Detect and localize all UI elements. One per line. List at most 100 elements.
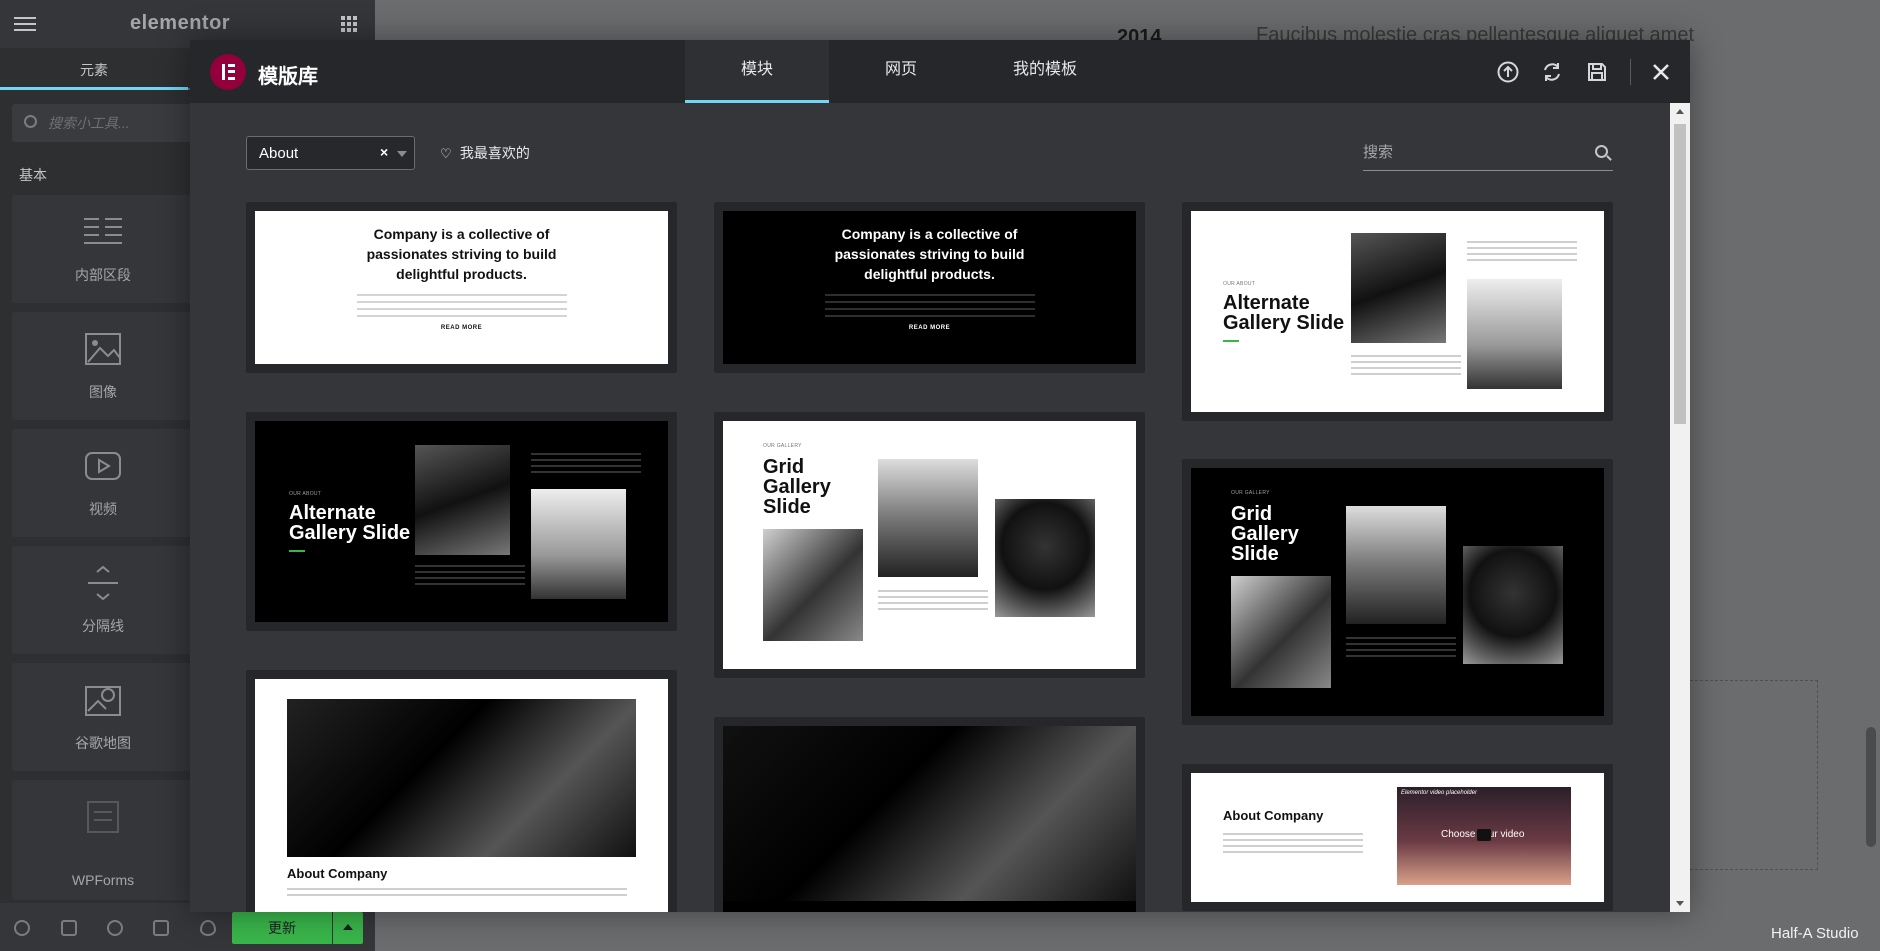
building-photo	[1467, 279, 1562, 389]
widget-inner-section[interactable]: 内部区段	[12, 195, 194, 303]
close-icon[interactable]	[1650, 61, 1672, 83]
save-icon[interactable]	[1586, 61, 1608, 83]
template-card[interactable]: Company is a collective of passionates s…	[246, 202, 677, 373]
settings-icon[interactable]	[14, 920, 30, 936]
template-card[interactable]: About Company Elementor video placeholde…	[1182, 764, 1613, 911]
template-card[interactable]: About Company	[246, 670, 677, 912]
tab-pages[interactable]: 网页	[829, 40, 973, 103]
thumbnail-headline: Company is a collective of passionates s…	[366, 226, 557, 282]
widget-label: 图像	[89, 384, 117, 400]
widget-label: 谷歌地图	[75, 735, 131, 751]
widget-video[interactable]: 视频	[12, 429, 194, 537]
template-thumbnail: Company is a collective of passionates s…	[255, 211, 668, 364]
favorites-filter[interactable]: ♡ 我最喜欢的	[440, 143, 530, 163]
thumbnail-title: About Company	[1223, 808, 1324, 823]
building-photo	[1231, 576, 1331, 688]
watermark: Half-A Studio	[1771, 925, 1859, 942]
update-button[interactable]: 更新	[232, 912, 332, 944]
template-search-input[interactable]	[1363, 133, 1583, 171]
header-separator	[1630, 59, 1631, 85]
thumbnail-eyebrow: OUR ABOUT	[1223, 281, 1256, 287]
thumbnail-eyebrow: OUR GALLERY	[763, 443, 802, 449]
building-photo	[531, 489, 626, 599]
search-icon	[24, 115, 37, 128]
search-icon[interactable]	[1595, 145, 1608, 158]
train-photo	[415, 445, 510, 555]
widget-image[interactable]: 图像	[12, 312, 194, 420]
template-thumbnail: OUR ABOUT Alternate Gallery Slide	[255, 421, 668, 622]
hamburger-menu-icon[interactable]	[14, 17, 36, 31]
elementor-logo: elementor	[130, 12, 231, 34]
heart-icon: ♡	[440, 146, 452, 161]
modal-scrollbar[interactable]	[1670, 103, 1690, 912]
history-icon[interactable]	[107, 920, 123, 936]
update-options-arrow-icon[interactable]	[333, 912, 363, 944]
favorites-label: 我最喜欢的	[459, 145, 530, 161]
chevron-down-icon	[397, 151, 407, 157]
thumbnail-eyebrow: OUR ABOUT	[289, 491, 322, 497]
market-photo	[723, 726, 1136, 901]
train-photo	[1351, 233, 1446, 343]
thumbnail-title: Grid Gallery Slide	[763, 456, 831, 518]
tab-blocks[interactable]: 模块	[685, 40, 829, 103]
template-thumbnail: OUR ABOUT Alternate Gallery Slide	[1191, 211, 1604, 412]
sync-icon[interactable]	[1541, 61, 1563, 83]
modal-title: 模版库	[258, 66, 318, 88]
template-card[interactable]: OUR GALLERY Grid Gallery Slide	[1182, 459, 1613, 725]
widgets-grid-icon[interactable]	[341, 16, 357, 32]
template-thumbnail: Company is a collective of passionates s…	[723, 211, 1136, 364]
thumbnail-read-more: READ MORE	[908, 325, 951, 331]
background-scrollbar[interactable]	[1866, 727, 1876, 847]
template-thumbnail: OUR GALLERY Grid Gallery Slide	[1191, 468, 1604, 716]
template-card[interactable]	[714, 717, 1145, 912]
scroll-thumb[interactable]	[1674, 124, 1686, 424]
tab-my-templates[interactable]: 我的模板	[973, 40, 1117, 103]
filter-value: About	[259, 145, 299, 162]
category-basic[interactable]: 基本	[19, 165, 47, 185]
template-card[interactable]: Company is a collective of passionates s…	[714, 202, 1145, 373]
widget-label: 分隔线	[82, 618, 124, 634]
template-search	[1363, 133, 1613, 171]
template-card[interactable]: OUR GALLERY Grid Gallery Slide	[714, 412, 1145, 678]
person-photo	[878, 459, 978, 577]
inner-section-icon	[84, 218, 122, 244]
responsive-mode-icon[interactable]	[153, 920, 169, 936]
navigator-icon[interactable]	[61, 920, 77, 936]
video-caption: Elementor video placeholder	[1401, 790, 1478, 796]
scroll-down-icon[interactable]	[1676, 901, 1684, 906]
widget-google-maps[interactable]: 谷歌地图	[12, 663, 194, 771]
play-icon[interactable]	[1477, 829, 1491, 841]
tab-elements[interactable]: 元素	[0, 60, 188, 80]
umbrella-photo	[1463, 546, 1563, 664]
modal-body: About × ♡ 我最喜欢的 Company is a collective …	[190, 103, 1670, 912]
scroll-up-icon[interactable]	[1676, 109, 1684, 114]
template-thumbnail: About Company	[255, 679, 668, 912]
clear-filter-icon[interactable]: ×	[380, 144, 388, 160]
building-photo	[763, 529, 863, 641]
template-card[interactable]: OUR ABOUT Alternate Gallery Slide	[246, 412, 677, 631]
upload-icon[interactable]	[1497, 61, 1519, 83]
template-thumbnail: OUR GALLERY Grid Gallery Slide	[723, 421, 1136, 669]
thumbnail-read-more: READ MORE	[440, 325, 483, 331]
widget-wpforms[interactable]: WPForms	[12, 780, 194, 900]
template-thumbnail	[723, 726, 1136, 912]
thumbnail-title: About Company	[287, 866, 388, 881]
divider-icon	[88, 566, 118, 600]
preview-eye-icon[interactable]	[200, 920, 216, 936]
category-filter-select[interactable]: About ×	[246, 136, 415, 170]
widget-label: WPForms	[71, 872, 135, 888]
wpforms-icon	[87, 801, 119, 833]
template-thumbnail: About Company Elementor video placeholde…	[1191, 773, 1604, 902]
person-photo	[1346, 506, 1446, 624]
active-tab-indicator	[0, 87, 188, 90]
widget-divider[interactable]: 分隔线	[12, 546, 194, 654]
widget-label: 内部区段	[75, 267, 131, 283]
thumbnail-eyebrow: OUR GALLERY	[1231, 490, 1270, 496]
thumbnail-title: Alternate Gallery Slide	[1223, 292, 1345, 334]
thumbnail-headline: Company is a collective of passionates s…	[834, 226, 1025, 282]
modal-header: 模版库 模块 网页 我的模板	[190, 40, 1690, 103]
template-library-modal: 模版库 模块 网页 我的模板 About × ♡ 我最喜欢的 搜索 Compan…	[190, 40, 1690, 912]
template-card[interactable]: OUR ABOUT Alternate Gallery Slide	[1182, 202, 1613, 421]
video-placeholder[interactable]: Elementor video placeholder Choose your …	[1397, 787, 1571, 885]
background-dashed-box	[1690, 680, 1818, 870]
